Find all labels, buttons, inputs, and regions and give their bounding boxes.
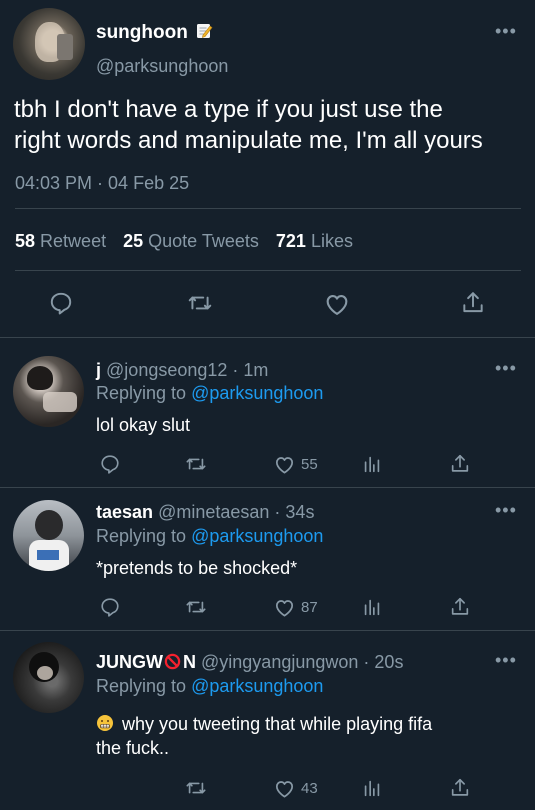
analytics-icon[interactable] [361,596,383,618]
reply-icon[interactable] [48,290,74,316]
quote-label: Quote Tweets [148,231,259,251]
share-icon[interactable] [460,290,486,316]
author-handle[interactable]: @parksunghoon [96,55,228,77]
reply-author-name[interactable]: JUNGW N [96,652,196,672]
reply-text-line: why you tweeting that while playing fifa [122,714,433,734]
replying-prefix: Replying to [96,676,187,696]
like-icon[interactable] [273,453,296,476]
like-icon[interactable] [273,596,296,619]
quote-count: 25 [123,231,144,251]
reply-author-name[interactable]: taesan [96,502,153,522]
prohibited-icon [164,653,181,670]
replying-handle-link[interactable]: @parksunghoon [191,526,323,546]
avatar-jungwon[interactable] [13,642,84,713]
retweet-icon[interactable] [185,596,207,618]
likes-stat[interactable]: 721 Likes [276,231,353,251]
divider [0,487,535,488]
tweet-text: tbh I don't have a type if you just use … [14,94,529,156]
replying-handle-link[interactable]: @parksunghoon [191,676,323,696]
reply-text: lol okay slut [96,415,191,435]
retweet-icon[interactable] [185,453,207,475]
replying-to: Replying to @parksunghoon [96,382,323,404]
retweet-icon[interactable] [187,290,213,316]
like-count: 43 [301,780,318,797]
author-name-text: sunghoon [96,22,188,43]
avatar-j[interactable] [13,356,84,427]
more-icon[interactable]: ••• [495,358,517,379]
grimace-emoji-icon [96,714,114,732]
likes-label: Likes [310,231,353,251]
reply-header: taesan @minetaesan · 34s [96,501,314,523]
reply-text: why you tweeting that while playing fifa… [96,712,516,760]
replying-to: Replying to @parksunghoon [96,525,323,547]
like-icon[interactable] [273,777,296,800]
replying-prefix: Replying to [96,526,187,546]
share-icon[interactable] [449,453,471,475]
share-icon[interactable] [449,777,471,799]
share-icon[interactable] [449,596,471,618]
reply-text: *pretends to be shocked* [96,558,298,578]
tweet-text-line: right words and manipulate me, I'm all y… [14,127,483,154]
reply-header: j @jongseong12 · 1m [96,359,268,381]
more-icon[interactable]: ••• [495,650,517,671]
divider [15,270,521,271]
retweet-icon[interactable] [185,777,207,799]
reply-text-line: the fuck.. [96,738,170,758]
quote-stat[interactable]: 25 Quote Tweets [123,231,264,251]
replying-prefix: Replying to [96,383,187,403]
like-icon[interactable] [323,290,351,318]
retweet-count: 58 [15,231,36,251]
more-icon[interactable]: ••• [495,21,517,42]
tweet-timestamp[interactable]: 04:03 PM · 04 Feb 25 [15,172,189,194]
replying-to: Replying to @parksunghoon [96,675,323,697]
reply-author-handle[interactable]: @jongseong12 [106,360,227,380]
reply-author-name-part: JUNGW [96,652,163,672]
retweet-stat[interactable]: 58 Retweet [15,231,111,251]
more-icon[interactable]: ••• [495,500,517,521]
tweet-stats: 58 Retweet 25 Quote Tweets 721 Likes [15,230,353,252]
avatar-sunghoon[interactable] [13,8,85,80]
tweet-text-line: tbh I don't have a type if you just use … [14,96,443,123]
reply-time: · 1m [232,360,269,380]
reply-author-name[interactable]: j [96,360,101,380]
reply-author-handle[interactable]: @yingyangjungwon [201,652,358,672]
analytics-icon[interactable] [361,777,383,799]
divider [15,208,521,209]
tweet-time: 04:03 PM [15,173,93,193]
reply-icon[interactable] [99,453,121,475]
retweet-label: Retweet [40,231,107,251]
like-count: 87 [301,599,318,616]
avatar-taesan[interactable] [13,500,84,571]
reply-time: · 20s [363,652,404,672]
author-name[interactable]: sunghoon [96,22,213,44]
like-count: 55 [301,456,318,473]
divider [0,630,535,631]
reply-header: JUNGW N @yingyangjungwon · 20s [96,651,403,673]
replying-handle-link[interactable]: @parksunghoon [191,383,323,403]
reply-icon[interactable] [99,596,121,618]
reply-time: · 34s [274,502,315,522]
likes-count: 721 [275,231,306,251]
reply-author-name-part: N [183,652,196,672]
tweet-date: 04 Feb 25 [108,173,190,193]
divider [0,337,535,338]
reply-author-handle[interactable]: @minetaesan [158,502,269,522]
memo-icon [195,22,213,40]
analytics-icon[interactable] [361,453,383,475]
